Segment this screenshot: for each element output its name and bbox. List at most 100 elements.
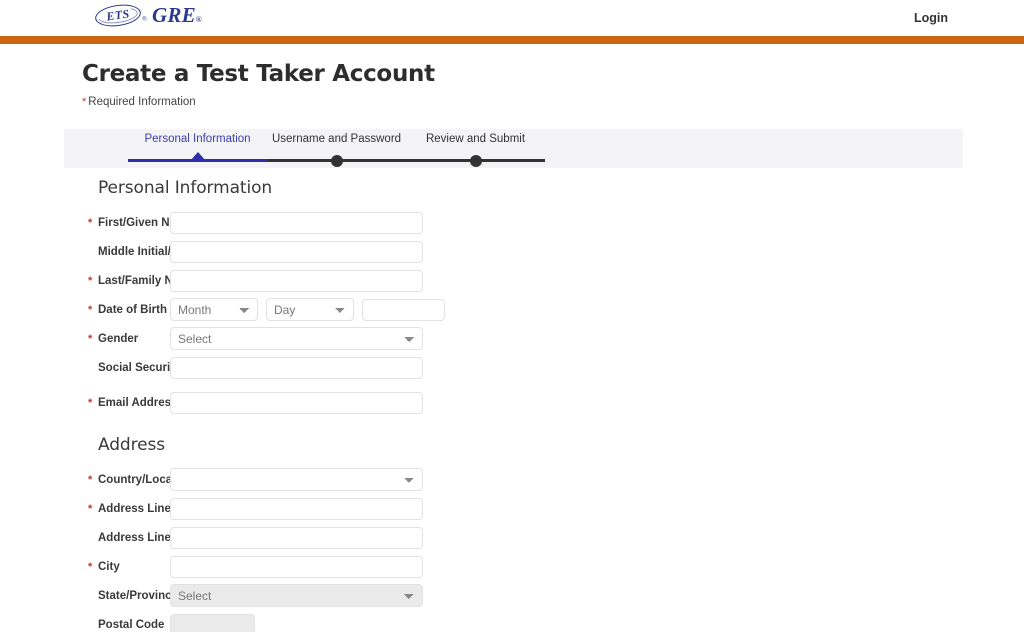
first-given-name-input[interactable] (170, 211, 423, 234)
stepper-step-track (406, 153, 545, 171)
stepper-step-dot-icon (469, 154, 482, 167)
brand-accent-bar (0, 36, 1024, 44)
city-input[interactable] (170, 555, 423, 578)
last-family-name-input[interactable] (170, 269, 423, 292)
field-label-last-family-name: * Last/Family Name (0, 274, 196, 287)
middle-initial-name-input[interactable] (170, 240, 423, 263)
stepper-steps: Personal Information Username and Passwo… (64, 129, 963, 171)
required-asterisk-icon: * (88, 216, 93, 229)
stepper-step-personal-information[interactable]: Personal Information (128, 129, 267, 171)
field-control-postal-code (170, 613, 255, 632)
field-control-city (170, 555, 423, 578)
field-row-last-family-name: * Last/Family Name (0, 266, 1024, 295)
required-asterisk-icon: * (88, 332, 93, 345)
field-control-social-security-number (170, 356, 423, 379)
field-control-address-line-1 (170, 497, 423, 520)
field-row-city: * City (0, 552, 1024, 581)
page-root: ETS ® GRE® Login Create a Test Taker Acc… (0, 0, 1024, 632)
gre-registered-icon: ® (195, 15, 202, 24)
field-control-email-address (170, 391, 423, 414)
field-row-address-line-2: Address Line 2 (0, 523, 1024, 552)
stepper-step-username-and-password[interactable]: Username and Password (267, 129, 406, 171)
field-label-date-of-birth: * Date of Birth (0, 304, 170, 316)
social-security-number-input[interactable] (170, 356, 423, 379)
field-control-address-line-2 (170, 526, 423, 549)
required-asterisk-icon: * (88, 502, 93, 515)
address-line-1-input[interactable] (170, 497, 423, 520)
required-asterisk-icon: * (88, 473, 93, 486)
stepper-step-review-and-submit[interactable]: Review and Submit (406, 129, 545, 171)
required-asterisk-icon: * (88, 303, 93, 316)
ets-gre-logo[interactable]: ETS ® GRE® (93, 1, 202, 30)
section-heading-address: Address (98, 435, 166, 455)
required-asterisk-icon: * (82, 96, 87, 109)
field-label-text: Address Line 2 (98, 531, 181, 544)
birth-month-select[interactable]: Month (170, 298, 258, 321)
ets-logo-icon: ETS ® (93, 1, 147, 30)
required-asterisk-icon: * (88, 560, 93, 573)
field-row-middle-initial-name: Middle Initial/Name (0, 237, 1024, 266)
field-label-first-given-name: * First/Given Name (0, 216, 193, 229)
required-information-note: * Required Information (82, 96, 1024, 108)
field-label-gender: * Gender (0, 333, 170, 345)
field-control-last-family-name (170, 269, 423, 292)
gre-logo-text: GRE® (152, 3, 202, 28)
email-address-input[interactable] (170, 391, 423, 414)
field-label-text: Postal Code (98, 618, 165, 631)
field-label-social-security-number: Social Security Number (0, 362, 227, 374)
field-row-state-province-territory: State/Province/Territory Select (0, 581, 1024, 610)
stepper-step-label: Review and Submit (425, 133, 526, 145)
stepper-step-label: Username and Password (271, 133, 402, 145)
page-title: Create a Test Taker Account (82, 61, 435, 87)
required-asterisk-icon: * (88, 274, 93, 287)
field-control-first-given-name (170, 211, 423, 234)
field-control-date-of-birth: Month Day (170, 298, 445, 321)
field-label-email-address: * Email Address (0, 396, 177, 409)
field-control-state-province-territory: Select (170, 584, 423, 607)
stepper-step-track (128, 152, 267, 171)
field-row-email-address: * Email Address (0, 388, 1024, 417)
field-control-middle-initial-name (170, 240, 423, 263)
required-note-text: Required Information (88, 96, 196, 109)
field-label-text: City (98, 560, 120, 573)
birth-year-input[interactable] (362, 298, 445, 321)
field-label-city: * City (0, 561, 170, 573)
gre-wordmark: GRE (152, 3, 196, 27)
field-label-country-location: * Country/Location (0, 473, 193, 486)
field-row-social-security-number: Social Security Number (0, 353, 1024, 382)
field-label-text: Email Address (98, 396, 178, 409)
stepper-step-dot-icon (330, 154, 343, 167)
field-row-gender: * Gender Select (0, 324, 1024, 353)
field-label-middle-initial-name: Middle Initial/Name (0, 246, 202, 258)
required-asterisk-icon: * (88, 396, 93, 409)
field-control-gender: Select (170, 327, 423, 350)
field-row-address-line-1: * Address Line 1 (0, 494, 1024, 523)
stepper-step-track (267, 153, 406, 171)
stepper-step-label: Personal Information (144, 133, 251, 145)
ets-logo-text: ETS (105, 6, 131, 24)
country-location-select[interactable] (170, 468, 423, 491)
field-control-country-location (170, 468, 423, 491)
section-heading-personal-information: Personal Information (98, 178, 273, 198)
field-label-text: Date of Birth (98, 303, 167, 316)
field-label-state-province-territory: State/Province/Territory (0, 590, 228, 602)
address-line-2-input[interactable] (170, 526, 423, 549)
birth-day-select[interactable]: Day (266, 298, 354, 321)
login-link[interactable]: Login (914, 11, 948, 25)
title-block: Create a Test Taker Account * Required In… (0, 44, 1024, 108)
postal-code-input[interactable] (170, 613, 255, 632)
field-label-address-line-1: * Address Line 1 (0, 502, 180, 515)
field-row-country-location: * Country/Location (0, 465, 1024, 494)
gender-select[interactable]: Select (170, 327, 423, 350)
ets-registered-icon: ® (141, 16, 148, 23)
field-label-text: Gender (98, 332, 139, 345)
stepper-current-marker-icon (189, 152, 206, 161)
site-header: ETS ® GRE® Login (0, 0, 1024, 36)
field-row-first-given-name: * First/Given Name (0, 208, 1024, 237)
progress-stepper: Personal Information Username and Passwo… (64, 129, 963, 168)
state-province-territory-select[interactable]: Select (170, 584, 423, 607)
account-form: Personal Information * First/Given Name M… (0, 178, 1024, 632)
field-label-text: Address Line 1 (98, 502, 181, 515)
field-row-postal-code: Postal Code (0, 610, 1024, 632)
field-row-date-of-birth: * Date of Birth Month Day (0, 295, 1024, 324)
